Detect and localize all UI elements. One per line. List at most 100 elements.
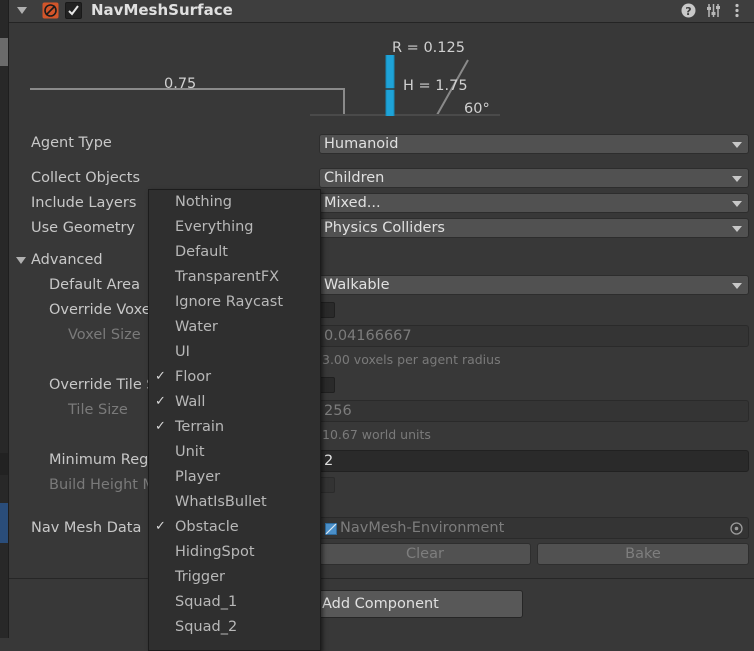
override-tile-label: Override Tile S	[49, 377, 156, 393]
left-edge-row	[0, 453, 8, 475]
chevron-down-icon	[732, 283, 742, 289]
foldout-arrow-icon[interactable]	[17, 7, 27, 14]
agent-type-dropdown[interactable]: Humanoid	[319, 134, 749, 154]
chevron-down-icon	[732, 201, 742, 207]
build-height-mesh-label: Build Height M	[49, 477, 156, 493]
layer-menu-item-label: Everything	[175, 219, 254, 235]
layer-menu-item[interactable]: ✓ Obstacle	[149, 516, 320, 541]
tile-size-label: Tile Size	[68, 402, 128, 418]
advanced-foldout-label[interactable]: Advanced	[31, 252, 103, 268]
agent-height-label: H = 1.75	[403, 78, 468, 94]
voxel-size-label: Voxel Size	[68, 327, 141, 343]
override-voxel-label: Override Voxe	[49, 302, 151, 318]
object-picker-icon[interactable]	[730, 522, 743, 535]
clear-button[interactable]: Clear	[319, 543, 531, 565]
component-enabled-checkbox[interactable]	[65, 2, 82, 19]
advanced-foldout-arrow-icon[interactable]	[16, 257, 26, 264]
layer-menu-item-label: TransparentFX	[175, 269, 280, 285]
agent-dimension-diagram	[30, 55, 500, 116]
step-height-label: 0.75	[164, 76, 197, 92]
layer-menu-item-label: Nothing	[175, 194, 233, 210]
layer-menu-item[interactable]: Squad_2	[149, 616, 320, 641]
layer-menu-item[interactable]: Unit	[149, 441, 320, 466]
collect-objects-value: Children	[324, 170, 385, 186]
component-header[interactable]: NavMeshSurface ?	[9, 0, 754, 23]
nav-mesh-data-value: NavMesh-Environment	[340, 520, 505, 536]
layer-menu-item[interactable]: Everything	[149, 216, 320, 241]
layer-menu-item[interactable]: TransparentFX	[149, 266, 320, 291]
layer-menu-item-label: WhatIsBullet	[175, 494, 267, 510]
layer-menu-item-label: UI	[175, 344, 190, 360]
default-area-value: Walkable	[324, 277, 390, 293]
nav-mesh-data-field[interactable]: NavMesh-Environment	[319, 517, 749, 539]
include-layers-value: Mixed...	[324, 195, 381, 211]
kebab-menu-icon[interactable]	[734, 3, 740, 18]
layer-menu-item[interactable]: ✓ Wall	[149, 391, 320, 416]
layer-menu-item[interactable]: Ignore Raycast	[149, 291, 320, 316]
tile-size-value: 256	[324, 403, 352, 419]
layer-menu-item-label: Squad_1	[175, 594, 238, 610]
component-title: NavMeshSurface	[91, 1, 233, 19]
tile-size-hint: 10.67 world units	[322, 427, 431, 442]
voxel-size-field[interactable]: 0.04166667	[319, 325, 749, 347]
nav-mesh-data-label: Nav Mesh Data	[31, 520, 142, 536]
layer-menu-item[interactable]: Player	[149, 466, 320, 491]
collect-objects-dropdown[interactable]: Children	[319, 168, 749, 188]
layer-menu-item-label: Wall	[175, 394, 206, 410]
include-layers-menu: Nothing Everything Default TransparentFX…	[148, 189, 321, 651]
agent-type-label: Agent Type	[31, 135, 112, 151]
default-area-dropdown[interactable]: Walkable	[319, 275, 749, 295]
layer-menu-item[interactable]: WhatIsBullet	[149, 491, 320, 516]
layer-menu-item-label: Default	[175, 244, 228, 260]
chevron-down-icon	[732, 142, 742, 148]
chevron-down-icon	[732, 226, 742, 232]
minimum-region-field[interactable]: 2	[319, 450, 749, 472]
layer-menu-item-label: Ignore Raycast	[175, 294, 284, 310]
layer-menu-item[interactable]: UI	[149, 341, 320, 366]
voxel-size-hint: 3.00 voxels per agent radius	[322, 352, 501, 367]
check-icon: ✓	[155, 369, 166, 384]
check-icon: ✓	[155, 419, 166, 434]
help-icon[interactable]: ?	[681, 3, 696, 18]
minimum-region-value: 2	[324, 453, 334, 469]
build-height-mesh-checkbox[interactable]	[319, 477, 335, 493]
layer-menu-item-label: Floor	[175, 369, 212, 385]
layer-menu-item[interactable]: Nothing	[149, 191, 320, 216]
layer-menu-item[interactable]: Water	[149, 316, 320, 341]
layer-menu-item-label: Obstacle	[175, 519, 239, 535]
include-layers-dropdown[interactable]: Mixed...	[319, 193, 749, 213]
layer-menu-item[interactable]: HidingSpot	[149, 541, 320, 566]
bake-button[interactable]: Bake	[537, 543, 749, 565]
voxel-size-value: 0.04166667	[324, 328, 412, 344]
section-divider	[9, 578, 754, 579]
add-component-button[interactable]: Add Component	[318, 590, 523, 618]
use-geometry-label: Use Geometry	[31, 220, 135, 236]
override-voxel-checkbox[interactable]	[319, 302, 335, 318]
layer-menu-item[interactable]: Default	[149, 241, 320, 266]
layer-menu-item-label: Player	[175, 469, 221, 485]
svg-text:?: ?	[685, 5, 691, 18]
navmesh-component-icon	[42, 2, 59, 19]
layer-menu-item-label: Squad_2	[175, 619, 238, 635]
layer-menu-item[interactable]: Trigger	[149, 566, 320, 591]
layer-menu-item-label: Unit	[175, 444, 205, 460]
check-icon: ✓	[155, 394, 166, 409]
default-area-label: Default Area	[49, 277, 140, 293]
override-tile-checkbox[interactable]	[319, 377, 335, 393]
agent-type-value: Humanoid	[324, 136, 399, 152]
presets-icon[interactable]	[706, 3, 721, 18]
layer-menu-item-label: Trigger	[175, 569, 226, 585]
check-icon: ✓	[155, 519, 166, 534]
agent-cylinder	[386, 55, 394, 116]
chevron-down-icon	[732, 176, 742, 182]
tile-size-field[interactable]: 256	[319, 400, 749, 422]
use-geometry-dropdown[interactable]: Physics Colliders	[319, 218, 749, 238]
include-layers-label: Include Layers	[31, 195, 137, 211]
minimum-region-label: Minimum Reg	[49, 452, 149, 468]
layer-menu-item[interactable]: ✓ Terrain	[149, 416, 320, 441]
navmesh-asset-icon	[325, 523, 337, 535]
layer-menu-item[interactable]: Squad_1	[149, 591, 320, 616]
collect-objects-label: Collect Objects	[31, 170, 141, 186]
use-geometry-value: Physics Colliders	[324, 220, 445, 236]
layer-menu-item[interactable]: ✓ Floor	[149, 366, 320, 391]
